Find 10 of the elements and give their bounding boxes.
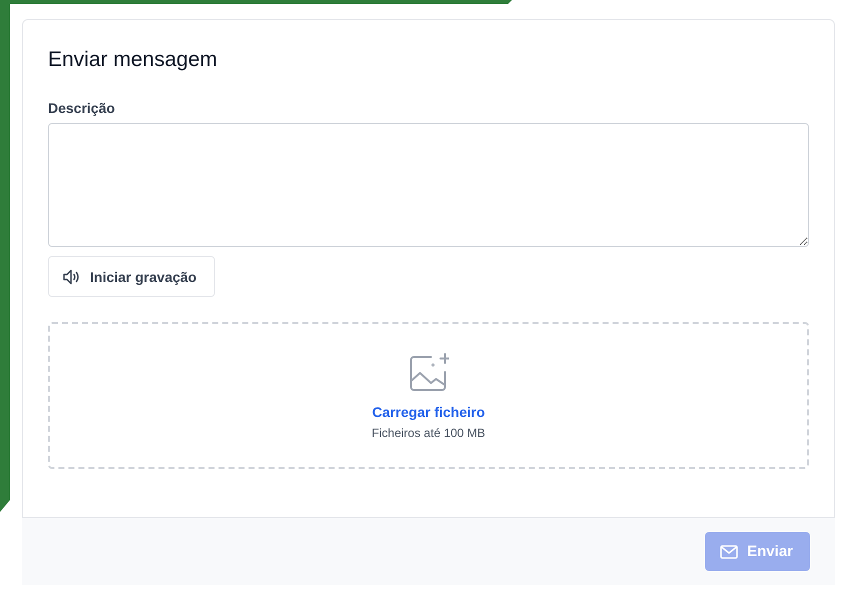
description-field[interactable]	[48, 123, 809, 247]
envelope-icon	[720, 544, 738, 558]
record-button[interactable]: Iniciar gravação	[48, 256, 215, 297]
upload-dropzone[interactable]: Carregar ficheiro Ficheiros até 100 MB	[48, 322, 809, 469]
image-add-icon	[408, 352, 448, 392]
speaker-icon	[63, 268, 81, 284]
upload-link[interactable]: Carregar ficheiro	[372, 404, 485, 420]
upload-hint: Ficheiros até 100 MB	[372, 426, 486, 440]
description-label: Descrição	[48, 100, 116, 116]
form-title: Enviar mensagem	[48, 47, 218, 73]
